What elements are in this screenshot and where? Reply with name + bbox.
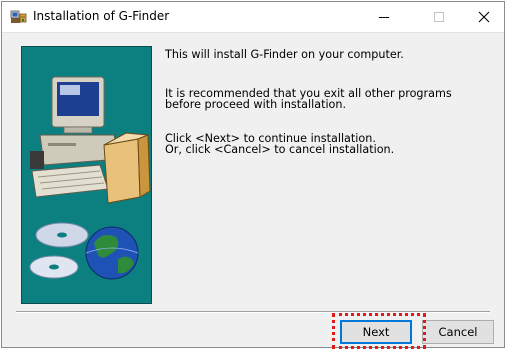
window-title: Installation of G-Finder (33, 9, 170, 23)
instruction-line-2: Or, click <Cancel> to cancel installatio… (165, 143, 395, 156)
side-illustration-panel (21, 46, 152, 304)
maximize-icon (434, 12, 444, 22)
intro-message: This will install G-Finder on your compu… (165, 48, 404, 61)
title-bar[interactable]: Installation of G-Finder (2, 2, 504, 33)
computer-cd-globe-illustration (29, 76, 151, 280)
recommendation-line-2: before proceed with installation. (165, 98, 347, 111)
instruction-message: Click <Next> to continue installation. O… (165, 133, 394, 155)
next-button[interactable]: Next (340, 320, 412, 344)
close-icon (478, 11, 490, 23)
minimize-button[interactable] (362, 2, 406, 32)
recommendation-message: It is recommended that you exit all othe… (165, 88, 452, 110)
installer-icon (10, 9, 27, 25)
installer-window: Installation of G-Finder This will insta… (1, 1, 505, 349)
close-button[interactable] (462, 2, 506, 32)
maximize-button[interactable] (417, 2, 461, 32)
cancel-button[interactable]: Cancel (422, 320, 494, 344)
minimize-icon (379, 17, 389, 18)
button-divider (16, 311, 490, 313)
